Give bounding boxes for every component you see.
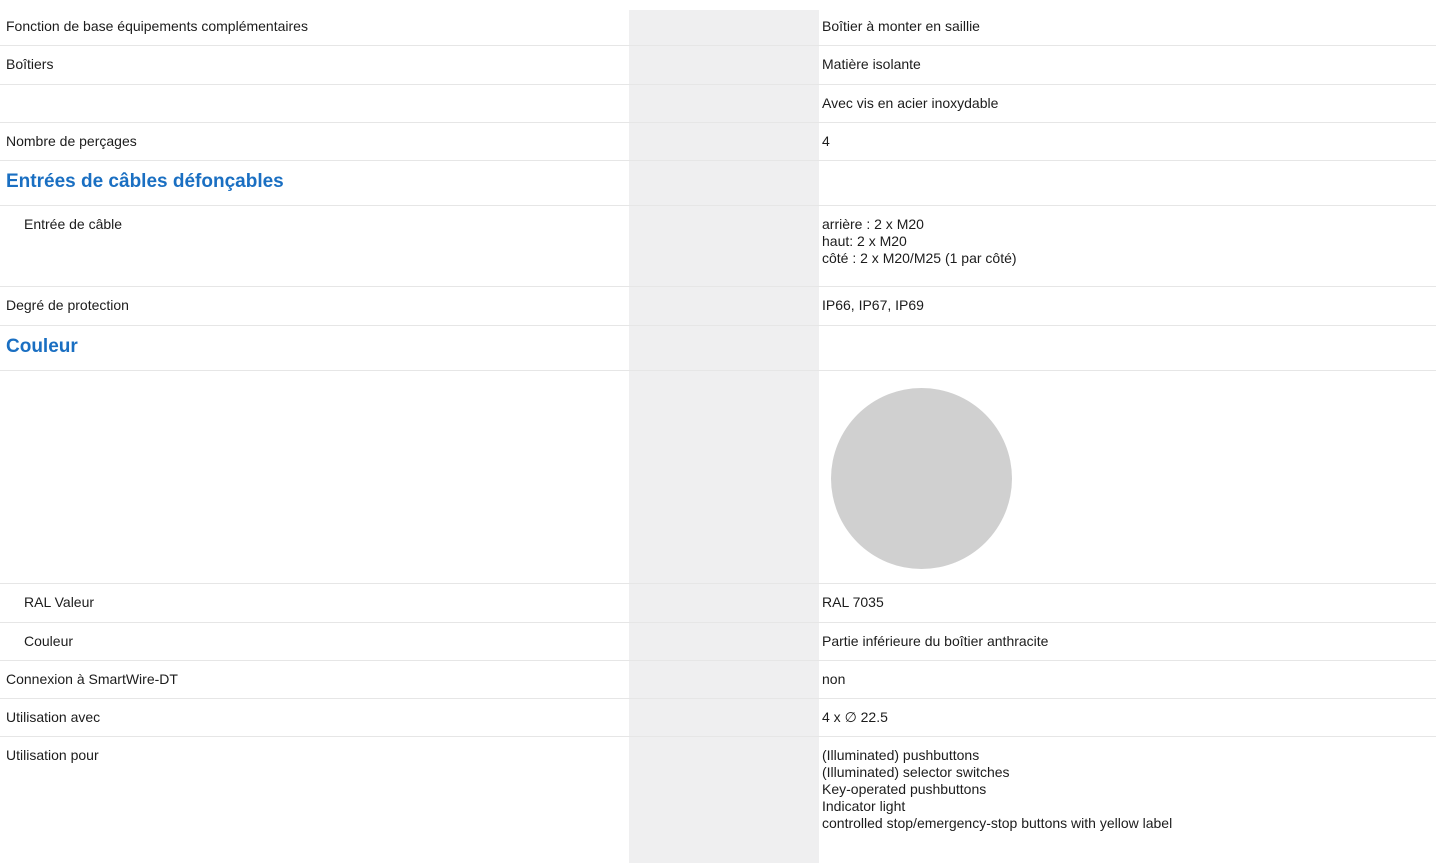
spec-table: Fonction de base équipements complémenta… bbox=[0, 8, 1436, 857]
row-label: Degré de protection bbox=[6, 297, 129, 313]
row-label: RAL Valeur bbox=[24, 594, 95, 610]
row-label: Utilisation pour bbox=[6, 747, 99, 763]
row-value-multiline: (Illuminated) pushbuttons (Illuminated) … bbox=[822, 737, 1432, 832]
row-label: Utilisation avec bbox=[6, 709, 101, 725]
value-line: controlled stop/emergency-stop buttons w… bbox=[822, 815, 1173, 831]
row-value: Boîtier à monter en saillie bbox=[822, 18, 980, 34]
row-value: IP66, IP67, IP69 bbox=[822, 297, 924, 313]
row-label: Boîtiers bbox=[6, 56, 54, 72]
value-line: côté : 2 x M20/M25 (1 par côté) bbox=[822, 250, 1017, 266]
row-value-multiline: arrière : 2 x M20 haut: 2 x M20 côté : 2… bbox=[822, 206, 1432, 267]
color-swatch bbox=[831, 388, 1012, 569]
row-value: RAL 7035 bbox=[822, 594, 884, 610]
spec-row-ral: RAL Valeur RAL 7035 bbox=[0, 584, 1436, 623]
row-value: Matière isolante bbox=[822, 56, 921, 72]
spec-row-percages: Nombre de perçages 4 bbox=[0, 123, 1436, 161]
value-line: Indicator light bbox=[822, 798, 906, 814]
spec-row-fonction: Fonction de base équipements complémenta… bbox=[0, 8, 1436, 46]
spec-row-swatch bbox=[0, 371, 1436, 584]
spec-row-boitiers: Boîtiers Matière isolante bbox=[0, 46, 1436, 85]
section-title: Entrées de câbles défonçables bbox=[6, 171, 284, 192]
row-label: Fonction de base équipements complémenta… bbox=[6, 18, 308, 34]
row-value: Avec vis en acier inoxydable bbox=[822, 95, 999, 111]
spec-row-couleur: Couleur Partie inférieure du boîtier ant… bbox=[0, 623, 1436, 661]
section-header-couleur: Couleur bbox=[0, 326, 1436, 371]
row-label: Entrée de câble bbox=[24, 216, 123, 232]
row-label: Connexion à SmartWire-DT bbox=[6, 671, 178, 687]
spec-row-smartwire: Connexion à SmartWire-DT non bbox=[0, 661, 1436, 699]
value-line: (Illuminated) selector switches bbox=[822, 764, 1010, 780]
section-title: Couleur bbox=[6, 336, 78, 357]
value-line: (Illuminated) pushbuttons bbox=[822, 747, 980, 763]
row-value: Partie inférieure du boîtier anthracite bbox=[822, 633, 1049, 649]
row-value: 4 x ∅ 22.5 bbox=[822, 709, 888, 725]
value-line: haut: 2 x M20 bbox=[822, 233, 907, 249]
spec-row-entree-cable: Entrée de câble arrière : 2 x M20 haut: … bbox=[0, 206, 1436, 287]
row-value: 4 bbox=[822, 133, 830, 149]
spec-row-boitiers-vis: Avec vis en acier inoxydable bbox=[0, 85, 1436, 123]
value-line: arrière : 2 x M20 bbox=[822, 216, 924, 232]
row-label: Nombre de perçages bbox=[6, 133, 137, 149]
row-value: non bbox=[822, 671, 846, 687]
spec-row-protection: Degré de protection IP66, IP67, IP69 bbox=[0, 287, 1436, 326]
spec-row-utilisation-pour: Utilisation pour (Illuminated) pushbutto… bbox=[0, 737, 1436, 857]
row-label: Couleur bbox=[24, 633, 74, 649]
spec-row-utilisation-avec: Utilisation avec 4 x ∅ 22.5 bbox=[0, 699, 1436, 737]
row-label bbox=[6, 85, 626, 95]
value-line: Key-operated pushbuttons bbox=[822, 781, 987, 797]
section-header-entrees: Entrées de câbles défonçables bbox=[0, 161, 1436, 206]
